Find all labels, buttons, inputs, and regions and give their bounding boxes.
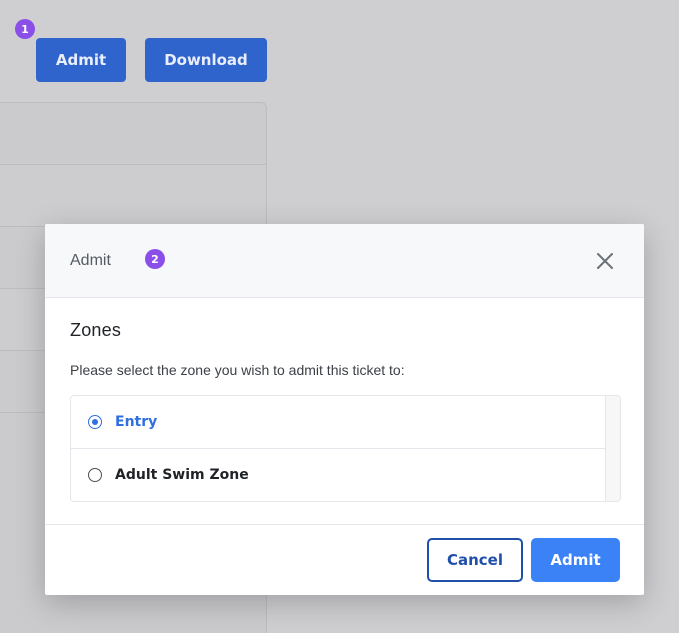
zone-list: Entry Adult Swim Zone: [70, 395, 621, 502]
zone-list-scrollbar[interactable]: [605, 396, 620, 501]
zone-option-entry[interactable]: Entry: [71, 396, 605, 449]
list-row: [0, 103, 266, 165]
admit-button[interactable]: Admit: [36, 38, 126, 82]
zone-label: Adult Swim Zone: [115, 467, 249, 483]
radio-checked-icon[interactable]: [88, 415, 102, 429]
dialog-footer: Cancel Admit: [45, 524, 644, 595]
confirm-admit-button[interactable]: Admit: [531, 538, 620, 582]
zone-label: Entry: [115, 414, 158, 430]
download-button[interactable]: Download: [145, 38, 267, 82]
close-icon[interactable]: [592, 248, 618, 274]
list-row: [0, 165, 266, 227]
cancel-button[interactable]: Cancel: [427, 538, 523, 582]
zone-option-adult-swim-zone[interactable]: Adult Swim Zone: [71, 449, 605, 501]
radio-unchecked-icon[interactable]: [88, 468, 102, 482]
dialog-body: Zones Please select the zone you wish to…: [45, 298, 644, 502]
dialog-title: Admit: [70, 252, 111, 269]
dialog-header: Admit 2: [45, 224, 644, 298]
step-badge: 1: [15, 19, 35, 39]
admit-dialog: Admit 2 Zones Please select the zone you…: [45, 224, 644, 595]
instructions-text: Please select the zone you wish to admit…: [70, 362, 405, 378]
section-title: Zones: [70, 320, 122, 340]
step-badge: 2: [145, 249, 165, 269]
